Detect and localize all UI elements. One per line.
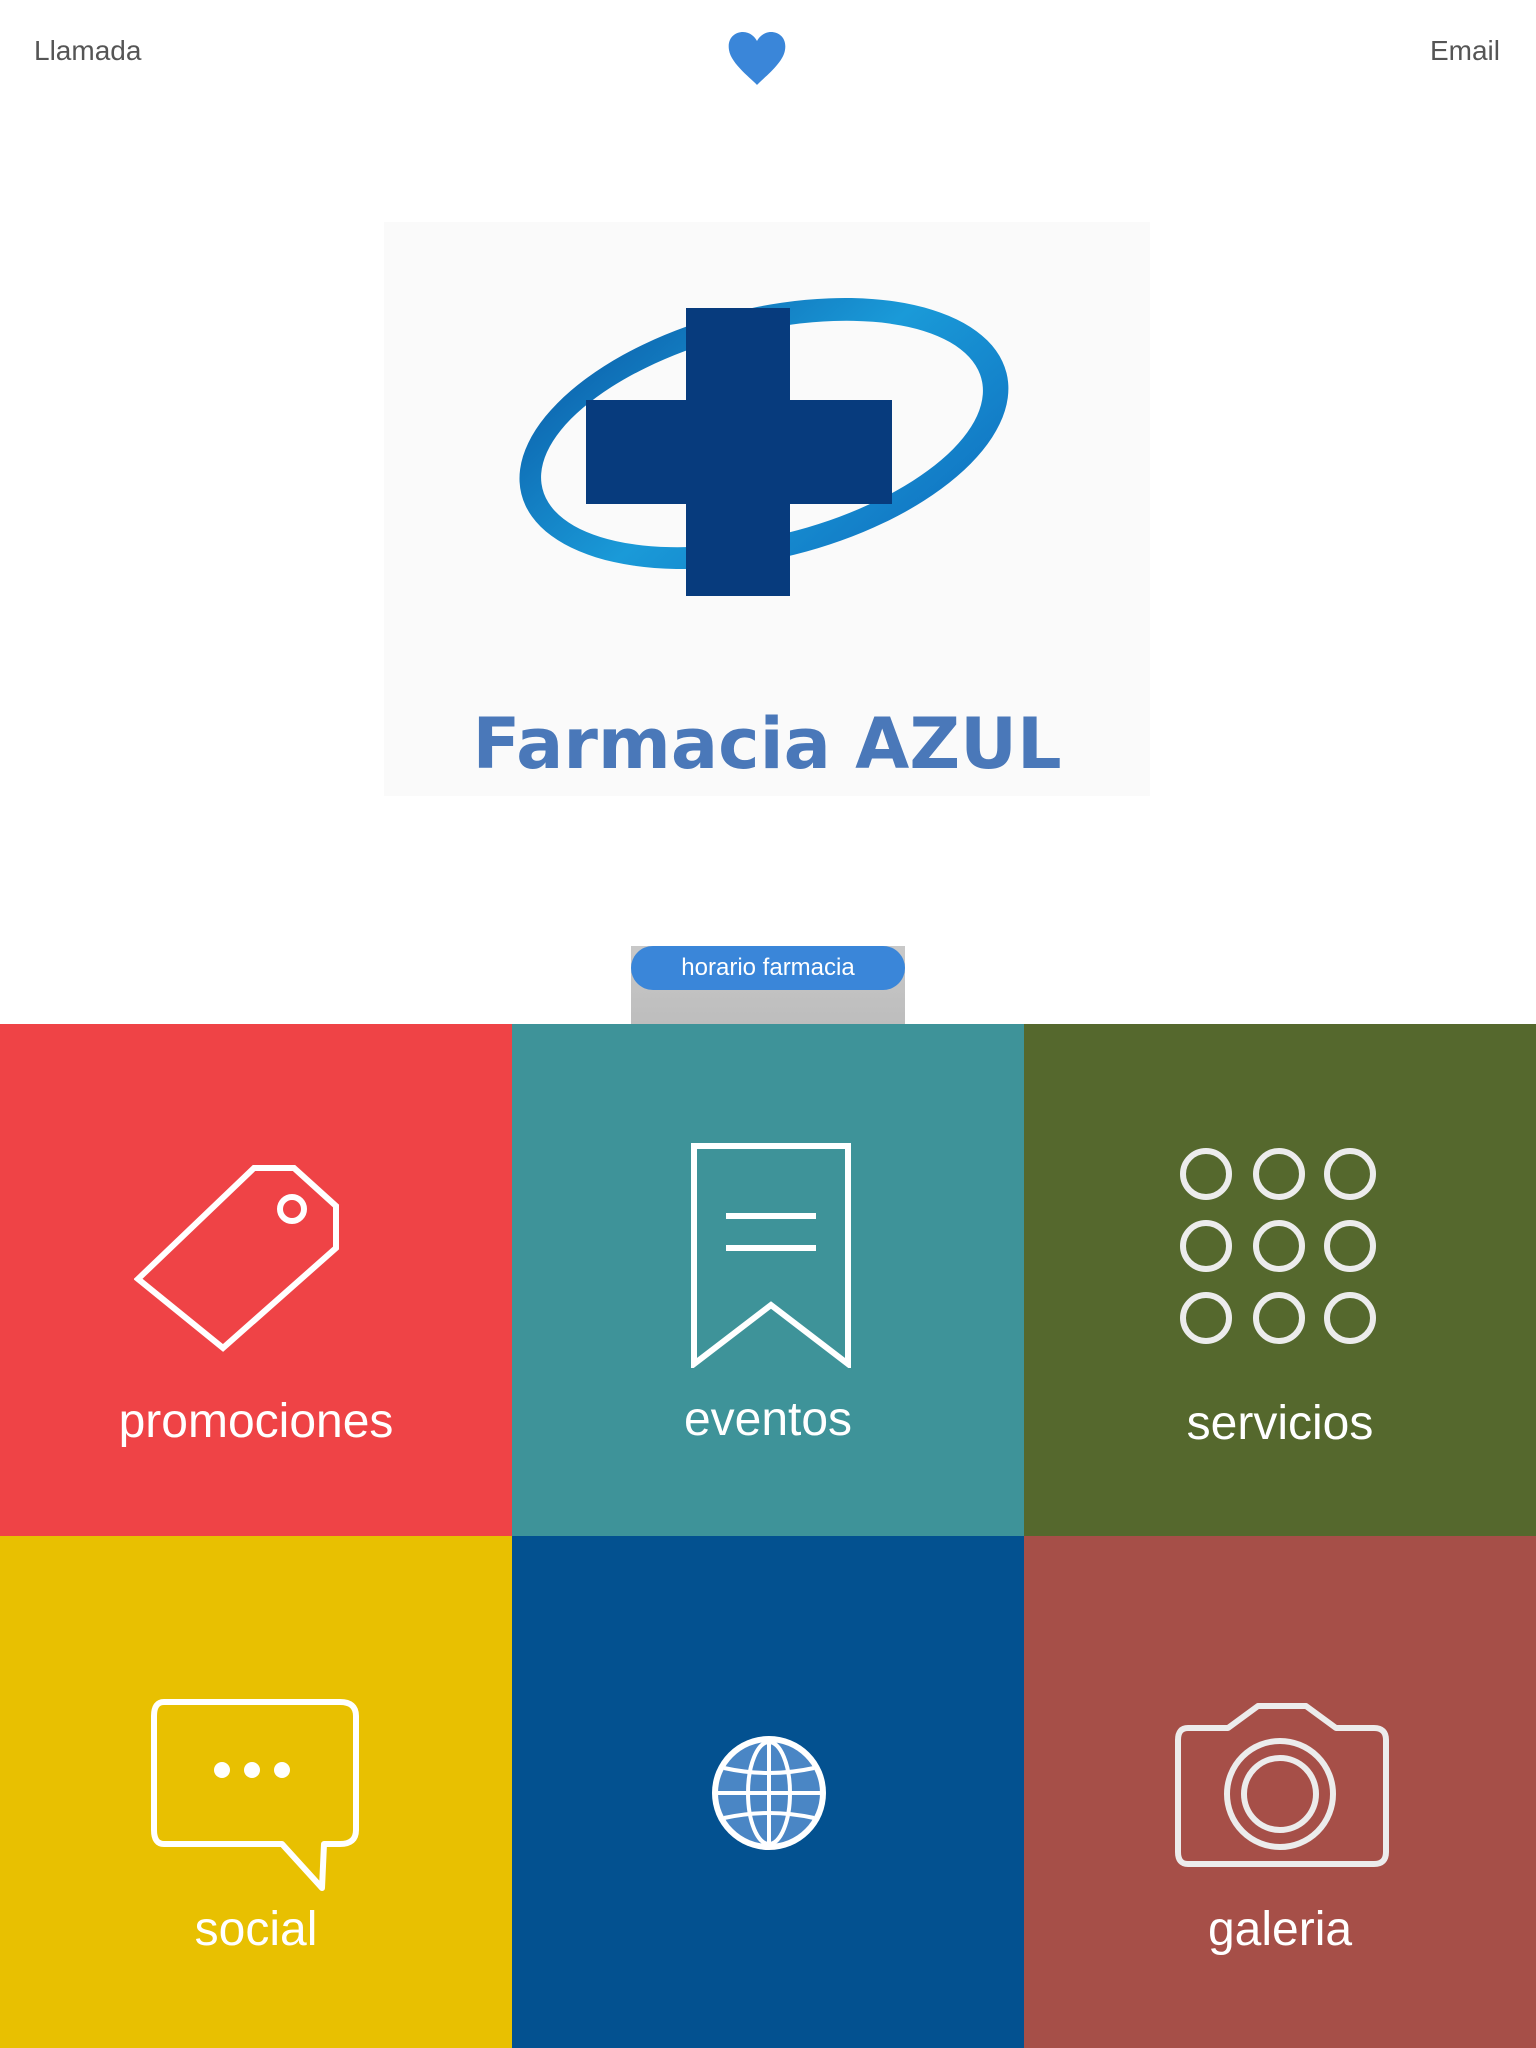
menu-grid: promociones eventos servicios social gal… <box>0 1024 1536 2048</box>
camera-icon <box>1175 1703 1389 1867</box>
top-bar: Llamada Email <box>0 0 1536 104</box>
tile-servicios[interactable]: servicios <box>1024 1024 1536 1536</box>
tile-social[interactable]: social <box>0 1536 512 2048</box>
hours-tab: horario farmacia <box>631 946 905 1024</box>
pharmacy-hours-button[interactable]: horario farmacia <box>631 946 905 990</box>
call-link[interactable]: Llamada <box>34 34 141 68</box>
bookmark-icon <box>691 1143 851 1368</box>
tile-eventos[interactable]: eventos <box>512 1024 1024 1536</box>
tile-galeria[interactable]: galeria <box>1024 1536 1536 2048</box>
globe-icon <box>712 1736 826 1850</box>
logo-title: Farmacia AZUL <box>472 703 1062 785</box>
tag-icon <box>134 1165 339 1352</box>
tile-label: galeria <box>1207 1903 1353 1956</box>
app-home-screen: Llamada Email Farmacia AZUL horario farm… <box>0 0 1536 2048</box>
tile-label: social <box>194 1903 318 1956</box>
chat-bubble-icon <box>151 1699 359 1891</box>
tile-label: promociones <box>118 1395 394 1448</box>
grid-dots-icon <box>1180 1148 1376 1344</box>
favorite-heart-icon[interactable] <box>727 30 787 86</box>
cross-emblem-icon <box>519 297 1009 596</box>
email-link[interactable]: Email <box>1430 34 1500 68</box>
tile-label: eventos <box>683 1393 853 1446</box>
tile-label: servicios <box>1186 1397 1374 1450</box>
tile-web[interactable] <box>512 1536 1024 2048</box>
pharmacy-logo: Farmacia AZUL <box>384 222 1150 796</box>
tile-promociones[interactable]: promociones <box>0 1024 512 1536</box>
